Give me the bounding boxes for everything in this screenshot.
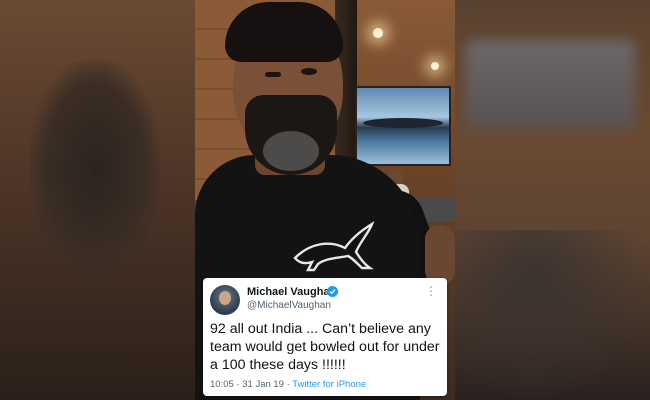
meta-separator: · bbox=[236, 379, 240, 390]
man-hair bbox=[225, 2, 343, 62]
blurred-background-left bbox=[0, 0, 195, 400]
tweet-source[interactable]: Twitter for iPhone bbox=[292, 379, 366, 390]
more-options-icon[interactable]: ⋮ bbox=[425, 284, 437, 298]
man-hand bbox=[425, 225, 455, 285]
puma-logo-icon bbox=[293, 221, 375, 272]
meta-separator: · bbox=[286, 379, 290, 390]
blurred-background-right bbox=[455, 0, 650, 400]
tweet-card: Michael Vaughan @MichaelVaughan ⋮ 92 all… bbox=[203, 278, 447, 396]
author-handle[interactable]: @MichaelVaughan bbox=[247, 300, 331, 311]
man-eye-open bbox=[301, 68, 317, 75]
author-avatar[interactable] bbox=[210, 285, 240, 315]
tweet-meta: 10:05 · 31 Jan 19 · Twitter for iPhone bbox=[210, 379, 366, 390]
verified-badge-icon bbox=[327, 286, 338, 297]
man-eye-closed bbox=[265, 72, 281, 77]
tweet-time[interactable]: 10:05 bbox=[210, 379, 234, 390]
author-name[interactable]: Michael Vaughan bbox=[247, 286, 336, 298]
tweet-text: 92 all out India ... Can’t believe any t… bbox=[210, 321, 440, 373]
tweet-date[interactable]: 31 Jan 19 bbox=[242, 379, 284, 390]
